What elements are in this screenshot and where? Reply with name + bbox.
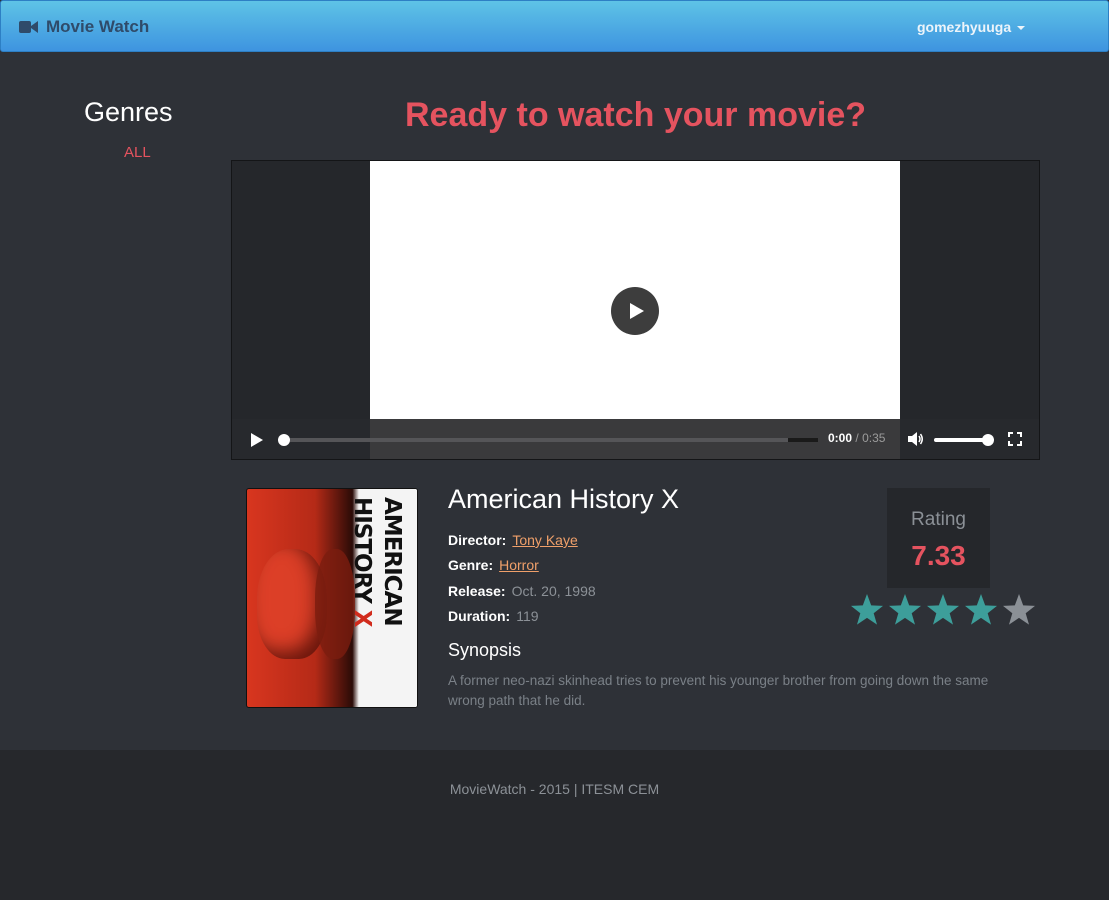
footer-text: MovieWatch - 2015 | ITESM CEM (449, 781, 660, 797)
play-button[interactable] (250, 433, 264, 447)
genre-row: Genre: Horror (448, 557, 539, 573)
release-label: Release: (448, 583, 506, 599)
rating-value: 7.33 (911, 540, 966, 571)
poster-title: AMERICAN HISTORY X (349, 497, 405, 627)
username-label: gomezhyuuga (917, 19, 1012, 35)
rating-label: Rating (911, 509, 966, 530)
movie-title: American History X (448, 484, 680, 514)
synopsis-heading: Synopsis (448, 640, 522, 660)
star-empty-icon[interactable] (1002, 594, 1036, 626)
genre-link[interactable]: Horror (499, 557, 539, 573)
star-filled-icon[interactable] (888, 594, 922, 626)
genres-heading: Genres (84, 97, 173, 127)
progress-scrubber[interactable] (278, 434, 290, 446)
page-title: Ready to watch your movie? (405, 96, 866, 134)
release-value: Oct. 20, 1998 (511, 583, 596, 599)
video-player[interactable]: 0:00 / 0:35 (231, 160, 1040, 460)
duration-value: 119 (516, 608, 539, 624)
director-row: Director: Tony Kaye (448, 532, 578, 548)
brand-link[interactable]: Movie Watch (19, 16, 149, 38)
big-play-button[interactable] (611, 287, 659, 335)
progress-bar[interactable] (278, 434, 818, 446)
star-rating[interactable] (850, 594, 1036, 626)
rating-box: Rating 7.33 (887, 488, 990, 588)
total-duration: 0:35 (862, 431, 886, 445)
genre-link-all[interactable]: ALL (124, 144, 151, 161)
volume-knob[interactable] (982, 434, 994, 446)
time-display: 0:00 / 0:35 (828, 431, 885, 445)
volume-slider[interactable] (934, 434, 994, 446)
video-camera-icon (19, 21, 38, 33)
duration-label: Duration: (448, 608, 511, 624)
genre-label: Genre: (448, 557, 494, 573)
play-icon (629, 303, 644, 319)
director-link[interactable]: Tony Kaye (512, 532, 577, 548)
fullscreen-icon[interactable] (1008, 432, 1022, 446)
release-row: Release: Oct. 20, 1998 (448, 583, 596, 599)
movie-poster: AMERICAN HISTORY X (246, 488, 418, 708)
synopsis-text: A former neo-nazi skinhead tries to prev… (448, 673, 989, 708)
current-time: 0:00 (828, 431, 853, 445)
star-filled-icon[interactable] (850, 594, 884, 626)
brand-label: Movie Watch (46, 17, 150, 36)
time-separator: / (855, 431, 859, 445)
progress-buffer-end (788, 438, 818, 442)
navbar: Movie Watch gomezhyuuga (0, 0, 1109, 52)
star-filled-icon[interactable] (964, 594, 998, 626)
footer: MovieWatch - 2015 | ITESM CEM (0, 750, 1109, 900)
star-filled-icon[interactable] (926, 594, 960, 626)
director-label: Director: (448, 532, 507, 548)
duration-row: Duration: 119 (448, 608, 539, 624)
player-controls: 0:00 / 0:35 (232, 419, 1039, 459)
volume-icon[interactable] (908, 432, 924, 446)
user-menu-toggle[interactable]: gomezhyuuga (917, 19, 1026, 35)
caret-down-icon (1017, 26, 1026, 30)
